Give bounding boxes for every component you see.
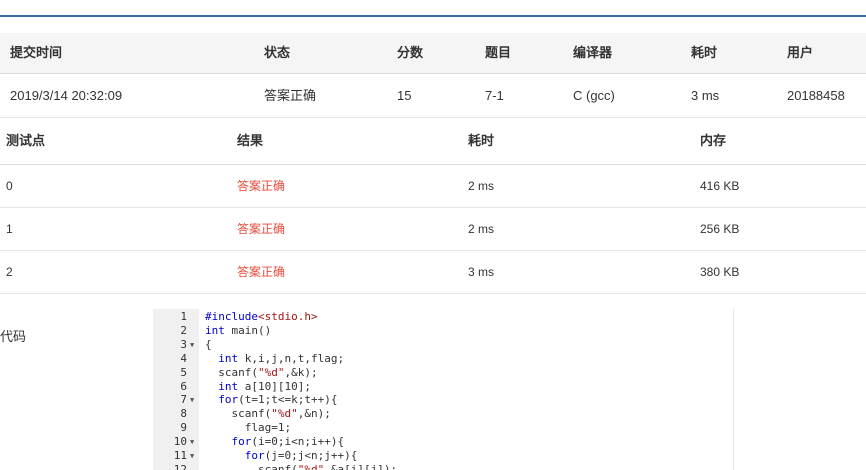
header-score: 分数 [397, 45, 424, 60]
fold-toggle-icon[interactable]: ▼ [190, 338, 194, 352]
line-number: 3 [180, 337, 187, 351]
code-text: scanf("%d",&a[i][j]); [205, 462, 398, 470]
testcase-result: 答案正确 [237, 265, 286, 279]
testcase-memory: 256 KB [700, 222, 740, 236]
code-line: 9 flag=1; [153, 421, 733, 435]
table-row: 0 答案正确 2 ms 416 KB [0, 165, 866, 208]
line-number: 1 [180, 310, 187, 323]
code-line: 7 ▼ for(t=1;t<=k;t++){ [153, 393, 733, 407]
code-line: 11 ▼ for(j=0;j<n;j++){ [153, 449, 733, 463]
line-number: 8 [180, 407, 187, 421]
header-result: 结果 [237, 133, 264, 148]
code-text: for(t=1;t<=k;t++){ [218, 393, 338, 407]
testcase-time: 3 ms [468, 265, 495, 279]
table-row: 2 答案正确 3 ms 380 KB [0, 251, 866, 294]
top-divider [0, 15, 866, 17]
code-text: int k,i,j,n,t,flag; [218, 351, 345, 365]
header-elapsed: 耗时 [691, 45, 718, 60]
code-viewer[interactable]: 1 #include<stdio.h> 2 int main() 3 ▼{4 int k,… [153, 309, 734, 470]
header-memory: 内存 [700, 133, 727, 148]
line-number: 10 [173, 435, 187, 449]
code-text: { [205, 337, 212, 351]
problem-link[interactable]: 7-1 [485, 74, 504, 117]
header-testcase: 测试点 [6, 133, 46, 148]
code-text: flag=1; [205, 421, 292, 435]
code-line: 4 int k,i,j,n,t,flag; [153, 352, 733, 366]
score-value: 15 [397, 88, 412, 103]
fold-toggle-icon[interactable]: ▼ [190, 435, 194, 449]
line-number: 7 [180, 393, 187, 407]
code-text: scanf("%d",&n); [205, 407, 331, 421]
line-number: 6 [180, 379, 187, 393]
code-line: 6 int a[10][10]; [153, 380, 733, 394]
testcase-id: 0 [6, 179, 13, 193]
code-text: scanf("%d",&k); [205, 365, 318, 379]
line-number: 4 [180, 351, 187, 365]
table-row: 1 答案正确 2 ms 256 KB [0, 208, 866, 251]
header-problem: 题目 [485, 45, 512, 60]
testcase-result: 答案正确 [237, 179, 286, 193]
status-badge: 答案正确 [264, 88, 317, 103]
submit-time: 2019/3/14 20:32:09 [10, 88, 123, 103]
header-tc-time: 耗时 [468, 133, 495, 148]
header-status: 状态 [264, 45, 291, 60]
code-line: 5 scanf("%d",&k); [153, 366, 733, 380]
testcase-result: 答案正确 [237, 222, 286, 236]
submission-row: 2019/3/14 20:32:09 答案正确 15 7-1 C (gcc) 3… [0, 74, 866, 118]
elapsed-value: 3 ms [691, 88, 720, 103]
testcase-memory: 416 KB [700, 179, 740, 193]
code-line: 10 ▼ for(i=0;i<n;i++){ [153, 435, 733, 449]
testcase-id: 1 [6, 222, 13, 236]
line-number: 9 [180, 421, 187, 435]
fold-toggle-icon[interactable]: ▼ [190, 449, 194, 463]
testcase-id: 2 [6, 265, 13, 279]
code-line: 3 ▼ { [153, 338, 733, 352]
line-number: 5 [180, 365, 187, 379]
testcase-table-header: 测试点 结果 耗时 内存 [0, 118, 866, 165]
code-text: #include<stdio.h> [205, 310, 318, 323]
code-line: 12 scanf("%d",&a[i][j]); [153, 463, 733, 470]
code-line: 2 int main() [153, 324, 733, 338]
code-text: for(j=0;j<n;j++){ [244, 449, 358, 462]
line-number: 12 [173, 462, 187, 470]
code-line: 1 #include<stdio.h> [153, 310, 733, 324]
submission-table-header: 提交时间 状态 分数 题目 编译器 耗时 用户 [0, 33, 866, 74]
testcase-memory: 380 KB [700, 265, 740, 279]
code-line: 8 scanf("%d",&n); [153, 407, 733, 421]
code-label: 代码 [0, 329, 27, 344]
code-text: int main() [205, 323, 272, 337]
line-number: 2 [180, 323, 187, 337]
fold-toggle-icon[interactable]: ▼ [190, 393, 194, 407]
header-user: 用户 [787, 45, 814, 60]
code-text: for(i=0;i<n;i++){ [231, 435, 345, 449]
code-text: int a[10][10]; [218, 379, 311, 393]
header-compiler: 编译器 [573, 45, 613, 60]
header-submit-time: 提交时间 [10, 45, 63, 60]
testcase-time: 2 ms [468, 179, 495, 193]
line-number: 11 [173, 449, 187, 462]
user-value: 20188458 [787, 88, 845, 103]
testcase-time: 2 ms [468, 222, 495, 236]
compiler-value: C (gcc) [573, 88, 615, 103]
